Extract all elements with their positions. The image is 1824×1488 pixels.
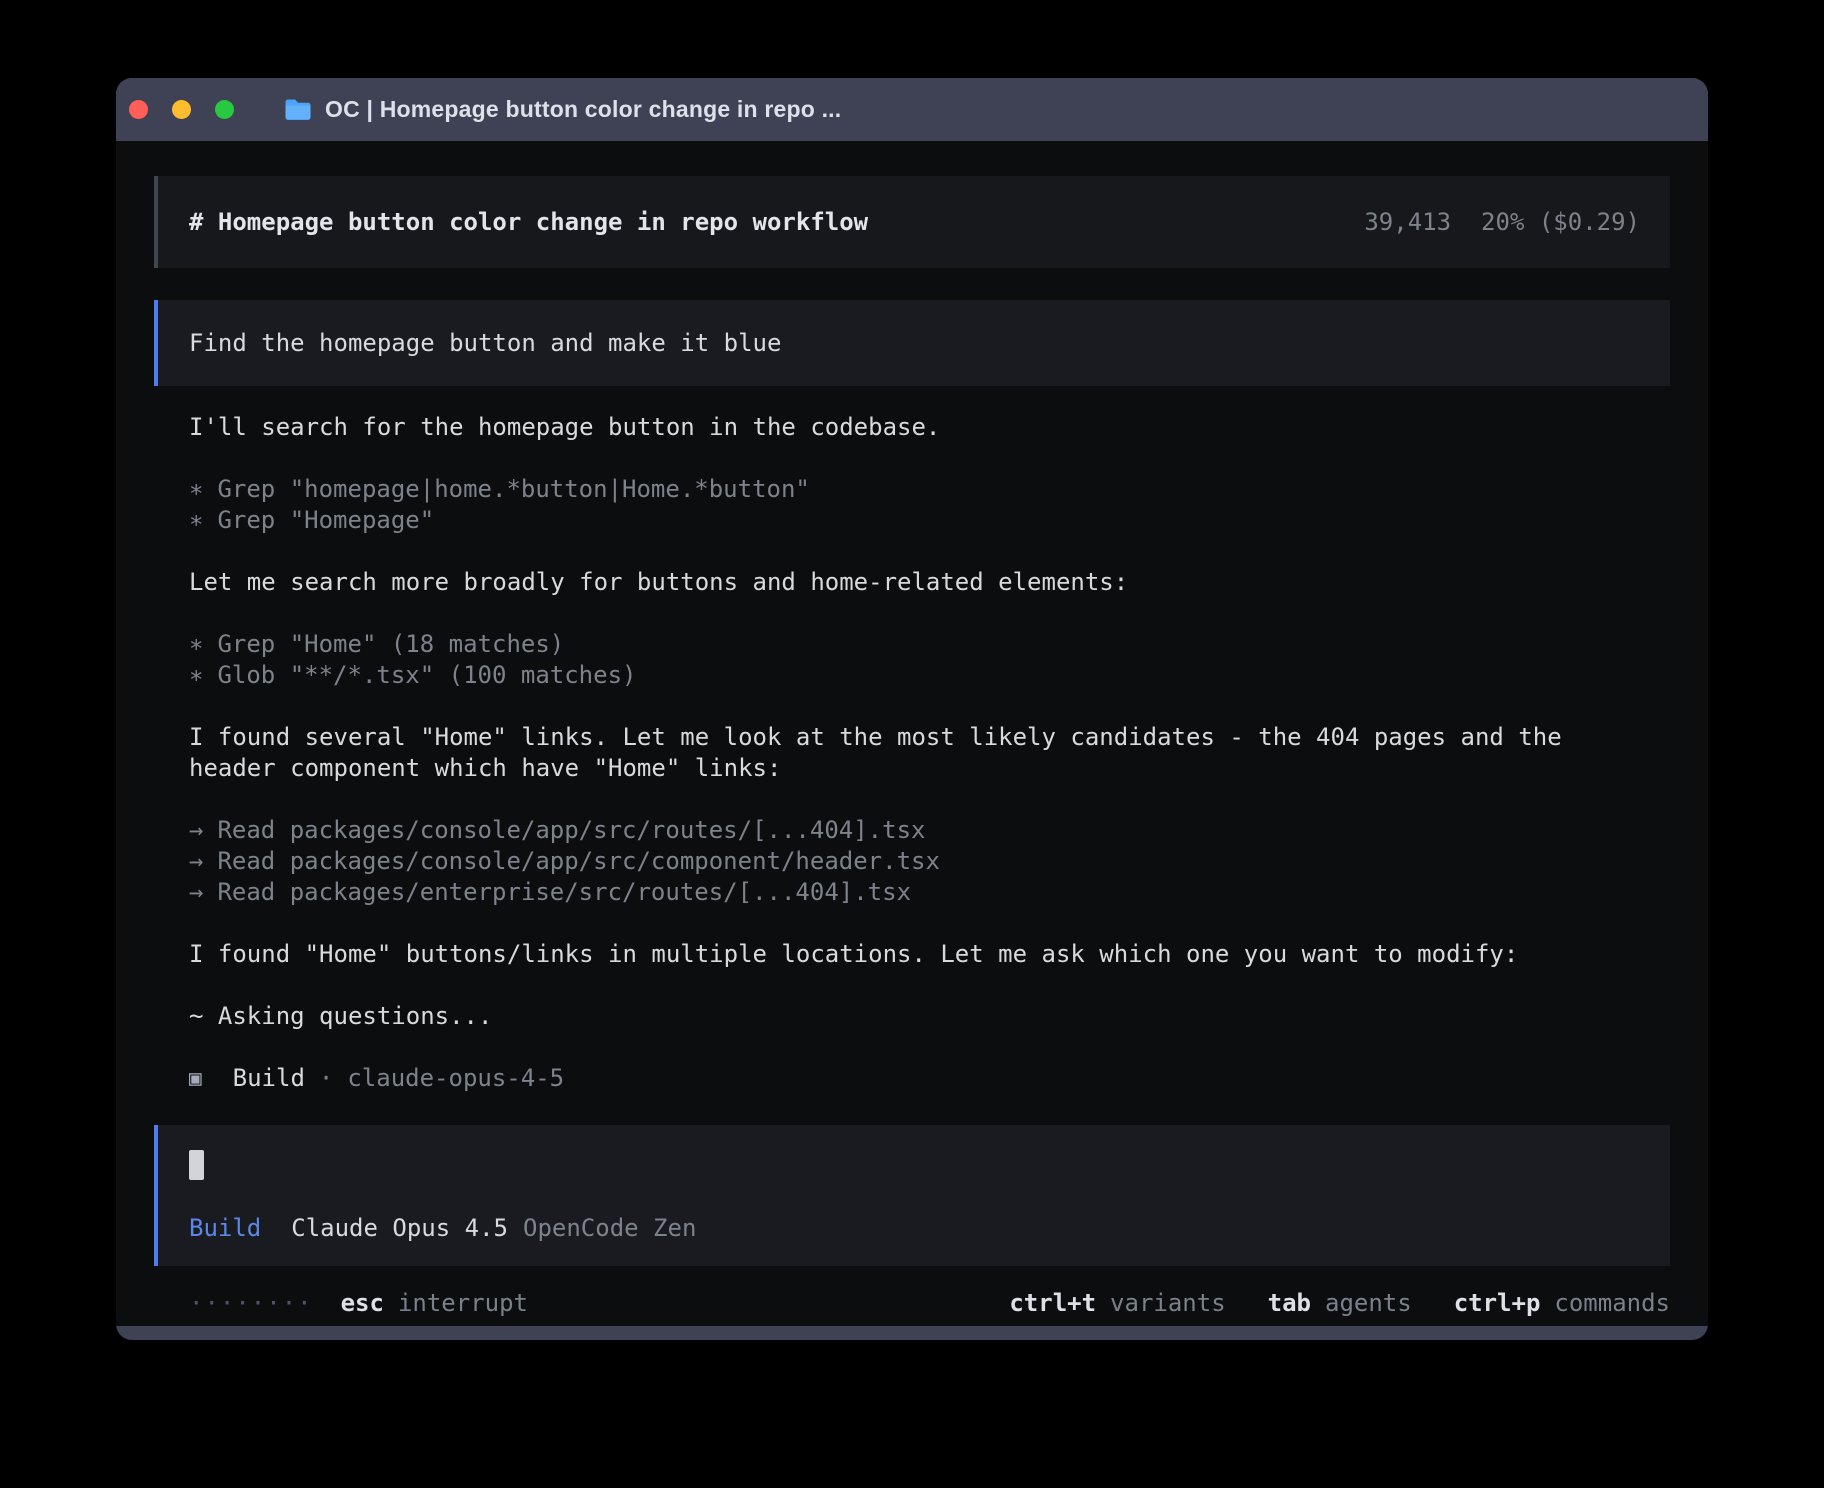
prompt-input[interactable]: Build Claude Opus 4.5 OpenCode Zen — [154, 1125, 1670, 1266]
tool-call-group: ∗ Grep "Home" (18 matches) ∗ Glob "**/*.… — [189, 629, 1670, 691]
interrupt-hint: esc interrupt — [341, 1288, 528, 1319]
commands-hint: ctrl+p commands — [1454, 1288, 1670, 1319]
commands-label: commands — [1554, 1288, 1670, 1319]
user-message: Find the homepage button and make it blu… — [154, 300, 1670, 386]
glob-tool-icon: ∗ — [189, 660, 203, 691]
traffic-lights — [129, 100, 234, 119]
tool-call: → Read packages/enterprise/src/routes/[.… — [189, 877, 1670, 908]
tool-call: ∗ Grep "Home" (18 matches) — [189, 629, 1670, 660]
tool-call-group: ∗ Grep "homepage|home.*button|Home.*butt… — [189, 474, 1670, 536]
text-cursor — [189, 1150, 204, 1180]
tool-call-text: Read packages/console/app/src/component/… — [217, 846, 939, 877]
assistant-paragraph: I found "Home" buttons/links in multiple… — [189, 939, 1649, 970]
agents-hint: tab agents — [1268, 1288, 1412, 1319]
input-status-bar: Build Claude Opus 4.5 OpenCode Zen — [189, 1213, 1640, 1244]
tool-call-text: Grep "Homepage" — [217, 505, 434, 536]
agents-label: agents — [1325, 1288, 1412, 1319]
tool-call: → Read packages/console/app/src/routes/[… — [189, 815, 1670, 846]
tool-call-text: Read packages/console/app/src/routes/[..… — [217, 815, 925, 846]
assistant-paragraph: I'll search for the homepage button in t… — [189, 412, 1649, 443]
session-title: # Homepage button color change in repo w… — [189, 207, 868, 238]
ctrl-p-key[interactable]: ctrl+p — [1454, 1288, 1541, 1319]
desktop-background: OC | Homepage button color change in rep… — [0, 0, 1824, 1488]
interrupt-label: interrupt — [398, 1288, 528, 1319]
agent-badge-icon: ▣ — [189, 1063, 202, 1094]
tool-call: ∗ Glob "**/*.tsx" (100 matches) — [189, 660, 1670, 691]
zoom-button[interactable] — [215, 100, 234, 119]
tab-key[interactable]: tab — [1268, 1288, 1311, 1319]
read-tool-arrow-icon: → — [189, 815, 203, 846]
spinner-dots: ········ — [189, 1288, 313, 1319]
agent-name: Build — [233, 1063, 305, 1094]
folder-icon — [284, 98, 312, 121]
close-button[interactable] — [129, 100, 148, 119]
esc-key[interactable]: esc — [341, 1288, 384, 1319]
tool-call-text: Glob "**/*.tsx" (100 matches) — [217, 660, 636, 691]
variants-hint: ctrl+t variants — [1009, 1288, 1225, 1319]
model-label[interactable]: Claude Opus 4.5 — [291, 1213, 508, 1244]
window-titlebar[interactable]: OC | Homepage button color change in rep… — [116, 78, 1708, 141]
tool-call-text: Read packages/enterprise/src/routes/[...… — [217, 877, 911, 908]
agent-model-line: ▣ Build · claude-opus-4-5 — [189, 1063, 1670, 1094]
token-count: 39,413 — [1364, 207, 1451, 238]
tool-call: → Read packages/console/app/src/componen… — [189, 846, 1670, 877]
separator-dot: · — [319, 1063, 333, 1094]
agent-model: claude-opus-4-5 — [347, 1063, 564, 1094]
grep-tool-icon: ∗ — [189, 505, 203, 536]
assistant-transcript: I'll search for the homepage button in t… — [189, 412, 1670, 1094]
agent-mode-label[interactable]: Build — [189, 1213, 261, 1244]
session-stats: 39,413 20% ($0.29) — [1364, 207, 1640, 238]
tool-call: ∗ Grep "homepage|home.*button|Home.*butt… — [189, 474, 1670, 505]
session-header: # Homepage button color change in repo w… — [154, 176, 1670, 268]
context-usage: 20% ($0.29) — [1481, 207, 1640, 238]
tool-call-text: Grep "homepage|home.*button|Home.*button… — [217, 474, 809, 505]
terminal-window: OC | Homepage button color change in rep… — [116, 78, 1708, 1340]
grep-tool-icon: ∗ — [189, 474, 203, 505]
user-message-text: Find the homepage button and make it blu… — [189, 328, 781, 359]
grep-tool-icon: ∗ — [189, 629, 203, 660]
variants-label: variants — [1110, 1288, 1226, 1319]
provider-label: OpenCode Zen — [523, 1213, 696, 1244]
statusbar-left: ········ esc interrupt — [189, 1288, 528, 1319]
working-status: ~ Asking questions... — [189, 1001, 1670, 1032]
statusbar-right: ctrl+t variants tab agents ctrl+p comman… — [1009, 1288, 1670, 1319]
tool-call: ∗ Grep "Homepage" — [189, 505, 1670, 536]
read-tool-arrow-icon: → — [189, 846, 203, 877]
statusbar: ········ esc interrupt ctrl+t variants t… — [154, 1288, 1670, 1319]
tool-call-text: Grep "Home" (18 matches) — [217, 629, 564, 660]
terminal-content: # Homepage button color change in repo w… — [116, 141, 1708, 1326]
tool-call-group: → Read packages/console/app/src/routes/[… — [189, 815, 1670, 908]
assistant-paragraph: I found several "Home" links. Let me loo… — [189, 722, 1649, 784]
minimize-button[interactable] — [172, 100, 191, 119]
window-title: OC | Homepage button color change in rep… — [325, 96, 841, 123]
assistant-paragraph: Let me search more broadly for buttons a… — [189, 567, 1649, 598]
read-tool-arrow-icon: → — [189, 877, 203, 908]
ctrl-t-key[interactable]: ctrl+t — [1009, 1288, 1096, 1319]
